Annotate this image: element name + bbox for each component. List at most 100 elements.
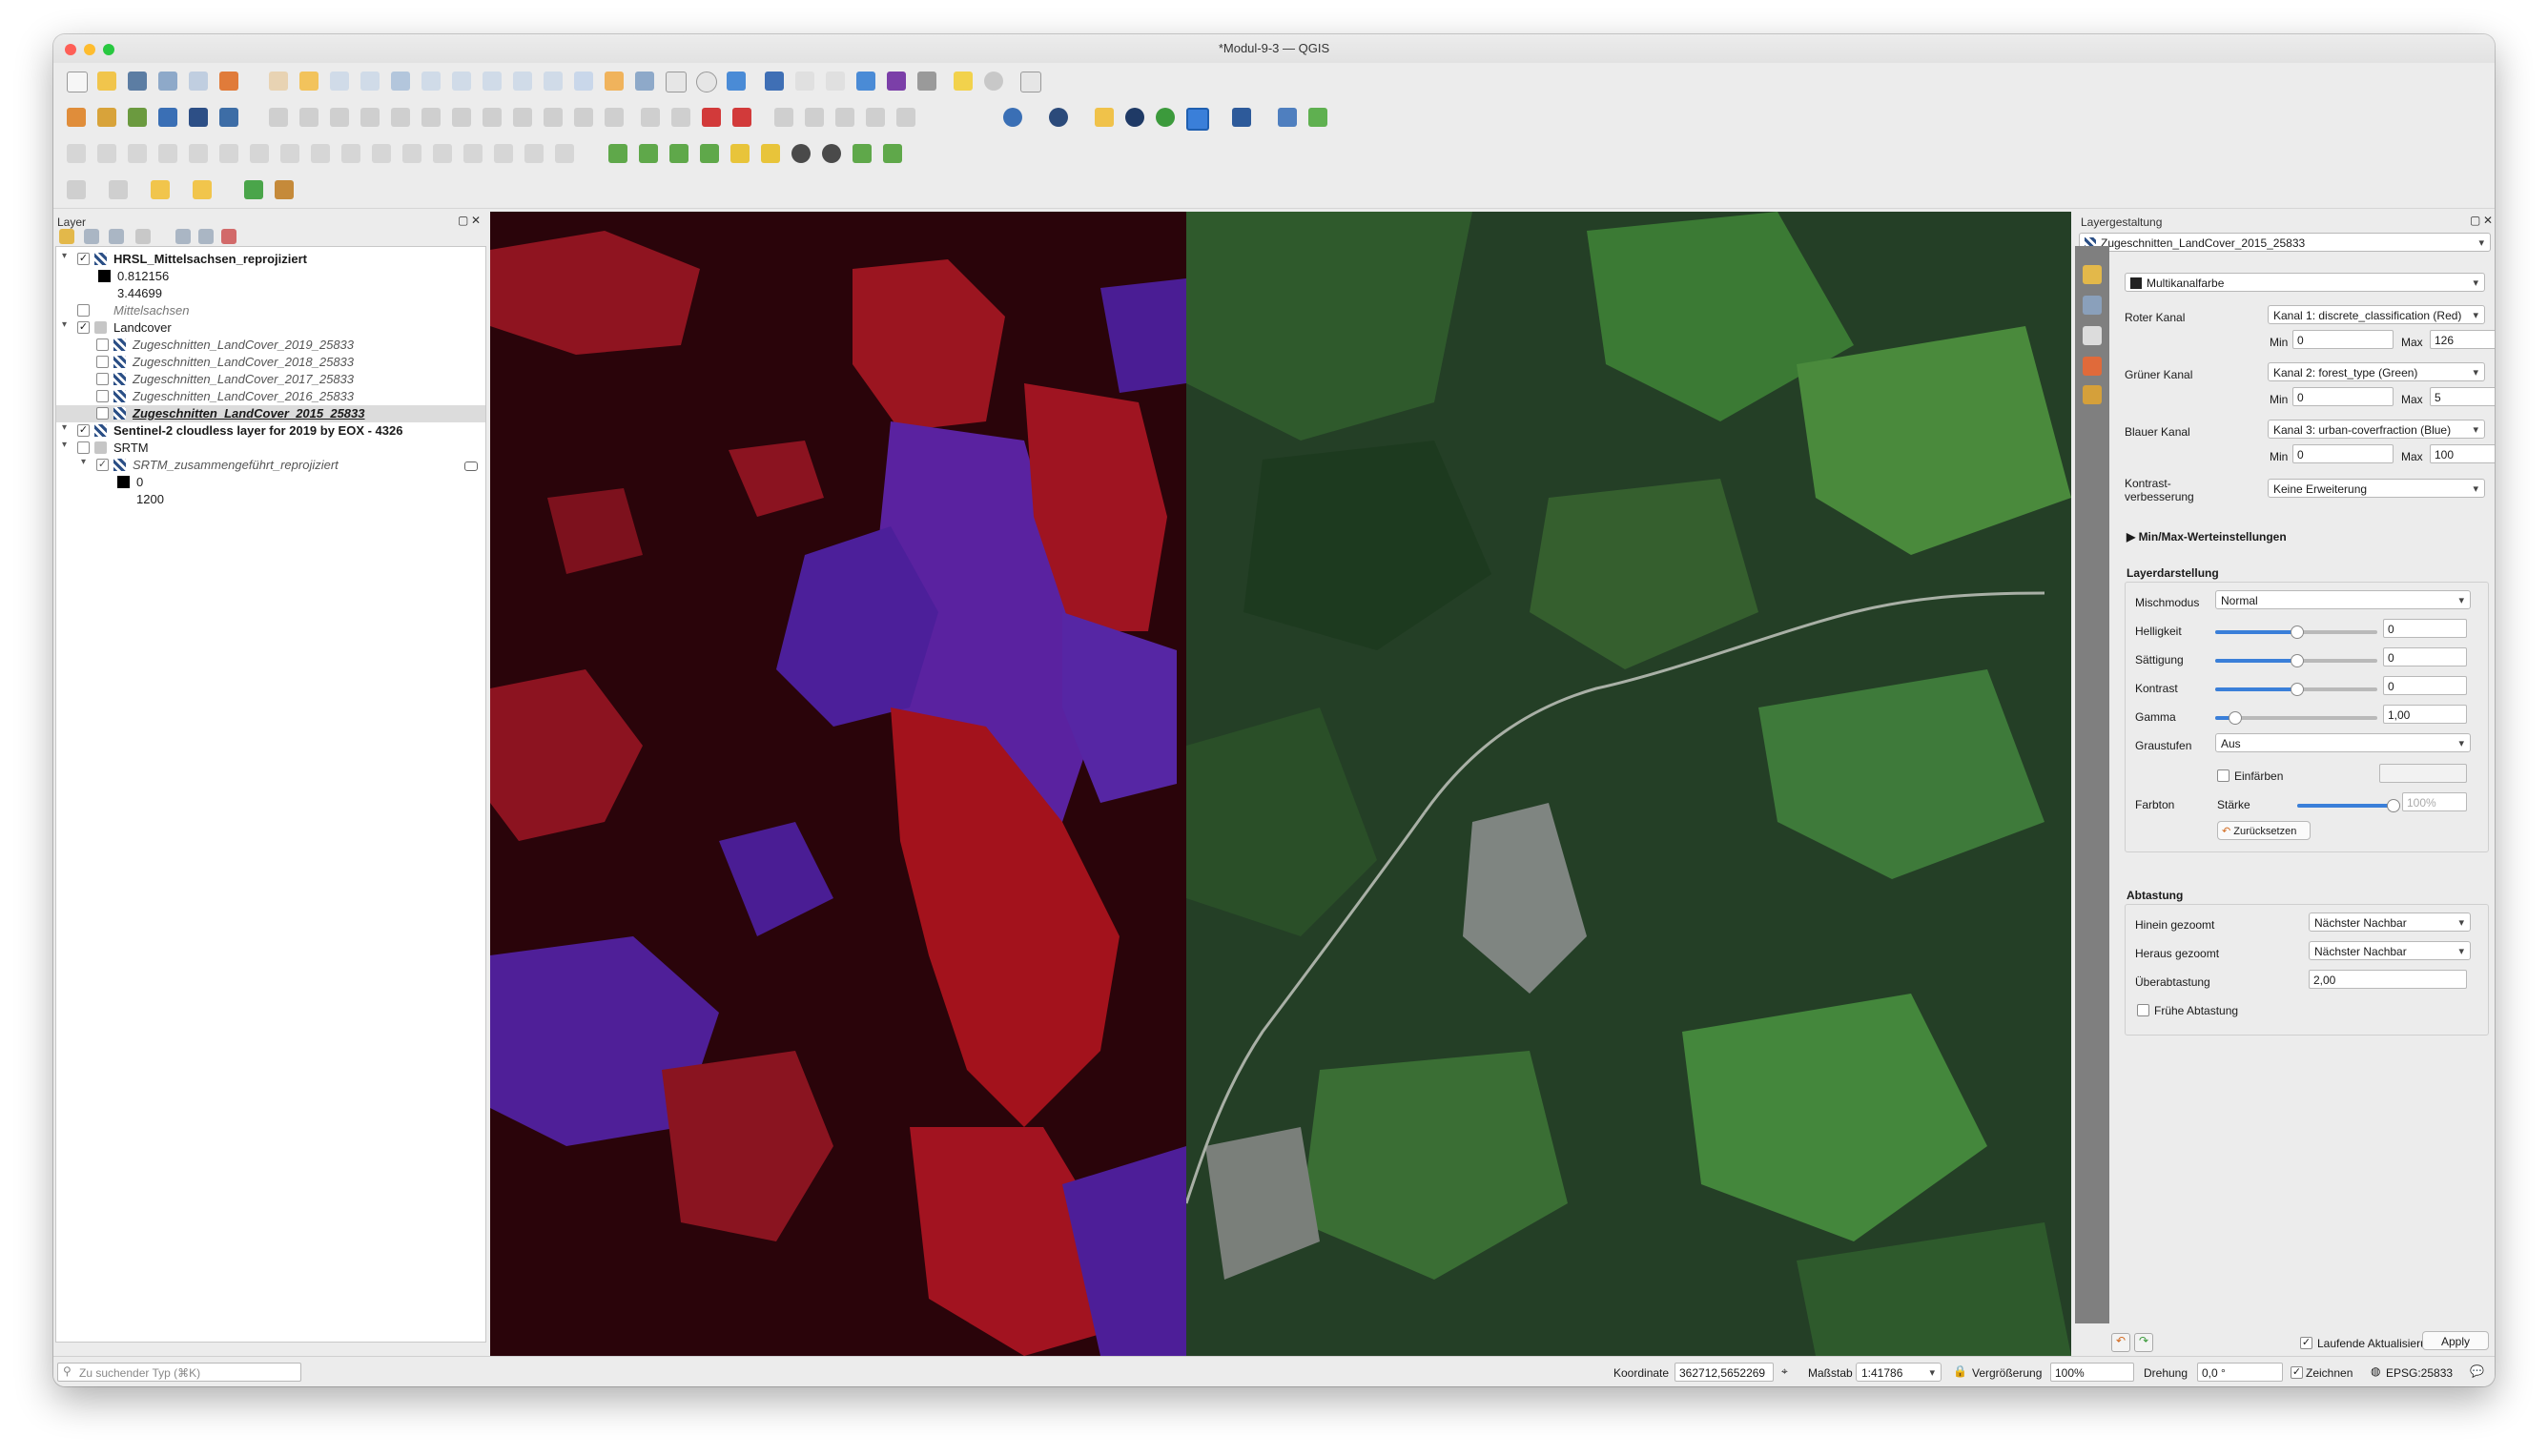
label-change-icon[interactable] [835, 108, 854, 127]
red-band-dropdown[interactable]: Kanal 1: discrete_classification (Red) [2268, 305, 2485, 325]
saturation-slider-handle[interactable] [2291, 654, 2304, 667]
coordinate-toggle-icon[interactable]: ⌖ [1781, 1364, 1788, 1379]
rendering-tab-icon[interactable] [2083, 357, 2102, 376]
expand-all-icon[interactable] [175, 229, 191, 244]
add-wms-icon[interactable] [189, 108, 208, 127]
selection-icon[interactable] [67, 180, 86, 199]
label-tool-icon[interactable] [641, 108, 660, 127]
increase-brightness-icon[interactable] [730, 144, 750, 163]
new-3d-view-icon[interactable] [605, 72, 624, 91]
contrast-enhancement-dropdown[interactable]: Keine Erweiterung [2268, 479, 2485, 499]
red-min-input[interactable]: 0 [2292, 330, 2394, 349]
layer-item-mittelsachsen[interactable]: Mittelsachsen [56, 302, 485, 319]
style-manager-icon[interactable] [219, 72, 238, 91]
full-histogram-icon[interactable] [669, 144, 688, 163]
text-annotation-icon[interactable] [1020, 72, 1041, 92]
layer-select-dropdown[interactable]: Zugeschnitten_LandCover_2015_25833 [2079, 233, 2491, 253]
data-source-manager-icon[interactable] [67, 108, 86, 127]
saturation-slider[interactable] [2215, 654, 2377, 667]
save-as-icon[interactable] [158, 72, 177, 91]
colorize-color-button[interactable] [2379, 764, 2467, 783]
expression-select-icon[interactable] [275, 180, 294, 199]
coordinate-field[interactable]: 362712,5652269 [1675, 1363, 1774, 1382]
new-geopackage-icon[interactable] [97, 108, 116, 127]
gamma-slider-handle[interactable] [2229, 711, 2242, 725]
split-parts-icon[interactable] [402, 144, 421, 163]
zoom-full-icon[interactable] [391, 72, 410, 91]
render-checkbox[interactable]: ✓ [2291, 1366, 2303, 1379]
diagram-move-icon[interactable] [866, 108, 885, 127]
decrease-brightness-icon[interactable] [761, 144, 780, 163]
symbology-tab-icon[interactable] [2083, 265, 2102, 284]
zoom-to-selection-icon[interactable] [421, 72, 441, 91]
collapse-arrow-icon[interactable]: ▾ [62, 440, 67, 450]
deselect-icon[interactable] [151, 180, 170, 199]
identify-icon[interactable] [765, 72, 784, 91]
find-icon[interactable] [244, 180, 263, 199]
attribute-table-icon[interactable] [795, 72, 814, 91]
blend-mode-dropdown[interactable]: Normal [2215, 590, 2471, 610]
collapse-arrow-icon[interactable]: ▾ [62, 251, 67, 261]
group-checkbox[interactable] [77, 441, 90, 454]
messages-icon[interactable]: 💬 [2470, 1364, 2484, 1378]
grayscale-dropdown[interactable]: Aus [2215, 733, 2471, 753]
metasearch-icon[interactable] [1049, 108, 1068, 127]
pan-icon[interactable] [269, 72, 288, 91]
lock-scale-icon[interactable]: 🔒 [1953, 1364, 1967, 1378]
layer-item-landcover-2019[interactable]: Zugeschnitten_LandCover_2019_25833 [56, 337, 485, 354]
add-raster-icon[interactable] [158, 108, 177, 127]
zoomed-out-dropdown[interactable]: Nächster Nachbar [2309, 941, 2471, 961]
reshape-icon[interactable] [311, 144, 330, 163]
cut-features-icon[interactable] [483, 108, 502, 127]
save-edits-icon[interactable] [330, 108, 349, 127]
bookmark-icon[interactable] [635, 72, 654, 91]
delete-selected-icon[interactable] [452, 108, 471, 127]
layer-checkbox[interactable] [96, 338, 109, 351]
undo-icon[interactable] [574, 108, 593, 127]
annotation-icon[interactable] [954, 72, 973, 91]
saturation-spinbox[interactable]: 0 [2383, 647, 2467, 666]
decrease-contrast-icon[interactable] [822, 144, 841, 163]
layer-checkbox[interactable] [96, 373, 109, 385]
new-map-view-icon[interactable] [574, 72, 593, 91]
layer-item-sentinel[interactable]: ▾ ✓ Sentinel-2 cloudless layer for 2019 … [56, 422, 485, 440]
gamma-spinbox[interactable]: 1,00 [2383, 705, 2467, 724]
refresh-icon[interactable] [727, 72, 746, 91]
label-properties-icon[interactable] [896, 108, 915, 127]
globe-icon[interactable] [1125, 108, 1144, 127]
filter-legend-icon[interactable] [135, 229, 151, 244]
green-max-input[interactable]: 5 [2430, 387, 2495, 406]
histogram-tab-icon[interactable] [2083, 326, 2102, 345]
delete-ring-icon[interactable] [250, 144, 269, 163]
add-feature-icon[interactable] [360, 108, 380, 127]
panel-float-icon[interactable]: ▢ [458, 214, 468, 227]
rotate-feature-icon[interactable] [97, 144, 116, 163]
redo-icon[interactable] [605, 108, 624, 127]
statistics-icon[interactable] [887, 72, 906, 91]
help-icon[interactable] [1232, 108, 1251, 127]
locator-search-input[interactable]: Zu suchender Typ (⌘K) [57, 1363, 301, 1382]
database-icon[interactable] [1003, 108, 1022, 127]
processing-toolbox-icon[interactable] [856, 72, 875, 91]
zoom-out-icon[interactable] [360, 72, 380, 91]
colorize-checkbox[interactable] [2217, 769, 2230, 782]
zoom-next-icon[interactable] [544, 72, 563, 91]
early-sampling-checkbox[interactable] [2137, 1004, 2149, 1016]
group-checkbox[interactable]: ✓ [77, 321, 90, 334]
layer-item-landcover-2016[interactable]: Zugeschnitten_LandCover_2016_25833 [56, 388, 485, 405]
zoom-in-icon[interactable] [330, 72, 349, 91]
transparency-tab-icon[interactable] [2083, 296, 2102, 315]
offset-curve-icon[interactable] [341, 144, 360, 163]
layer-checkbox[interactable]: ✓ [96, 459, 109, 471]
group-item-srtm[interactable]: ▾ SRTM [56, 440, 485, 457]
vertex-tool-icon[interactable] [391, 108, 410, 127]
rotate-symbols-icon[interactable] [494, 144, 513, 163]
crs-label[interactable]: EPSG:25833 [2386, 1366, 2453, 1380]
zoom-native-icon[interactable] [483, 72, 502, 91]
print-layout-icon[interactable] [189, 72, 208, 91]
delete-part-icon[interactable] [280, 144, 299, 163]
renderer-dropdown[interactable]: Multikanalfarbe [2125, 273, 2485, 293]
live-update-checkbox[interactable]: ✓ [2300, 1337, 2312, 1349]
paste-features-icon[interactable] [544, 108, 563, 127]
modify-attributes-icon[interactable] [421, 108, 441, 127]
